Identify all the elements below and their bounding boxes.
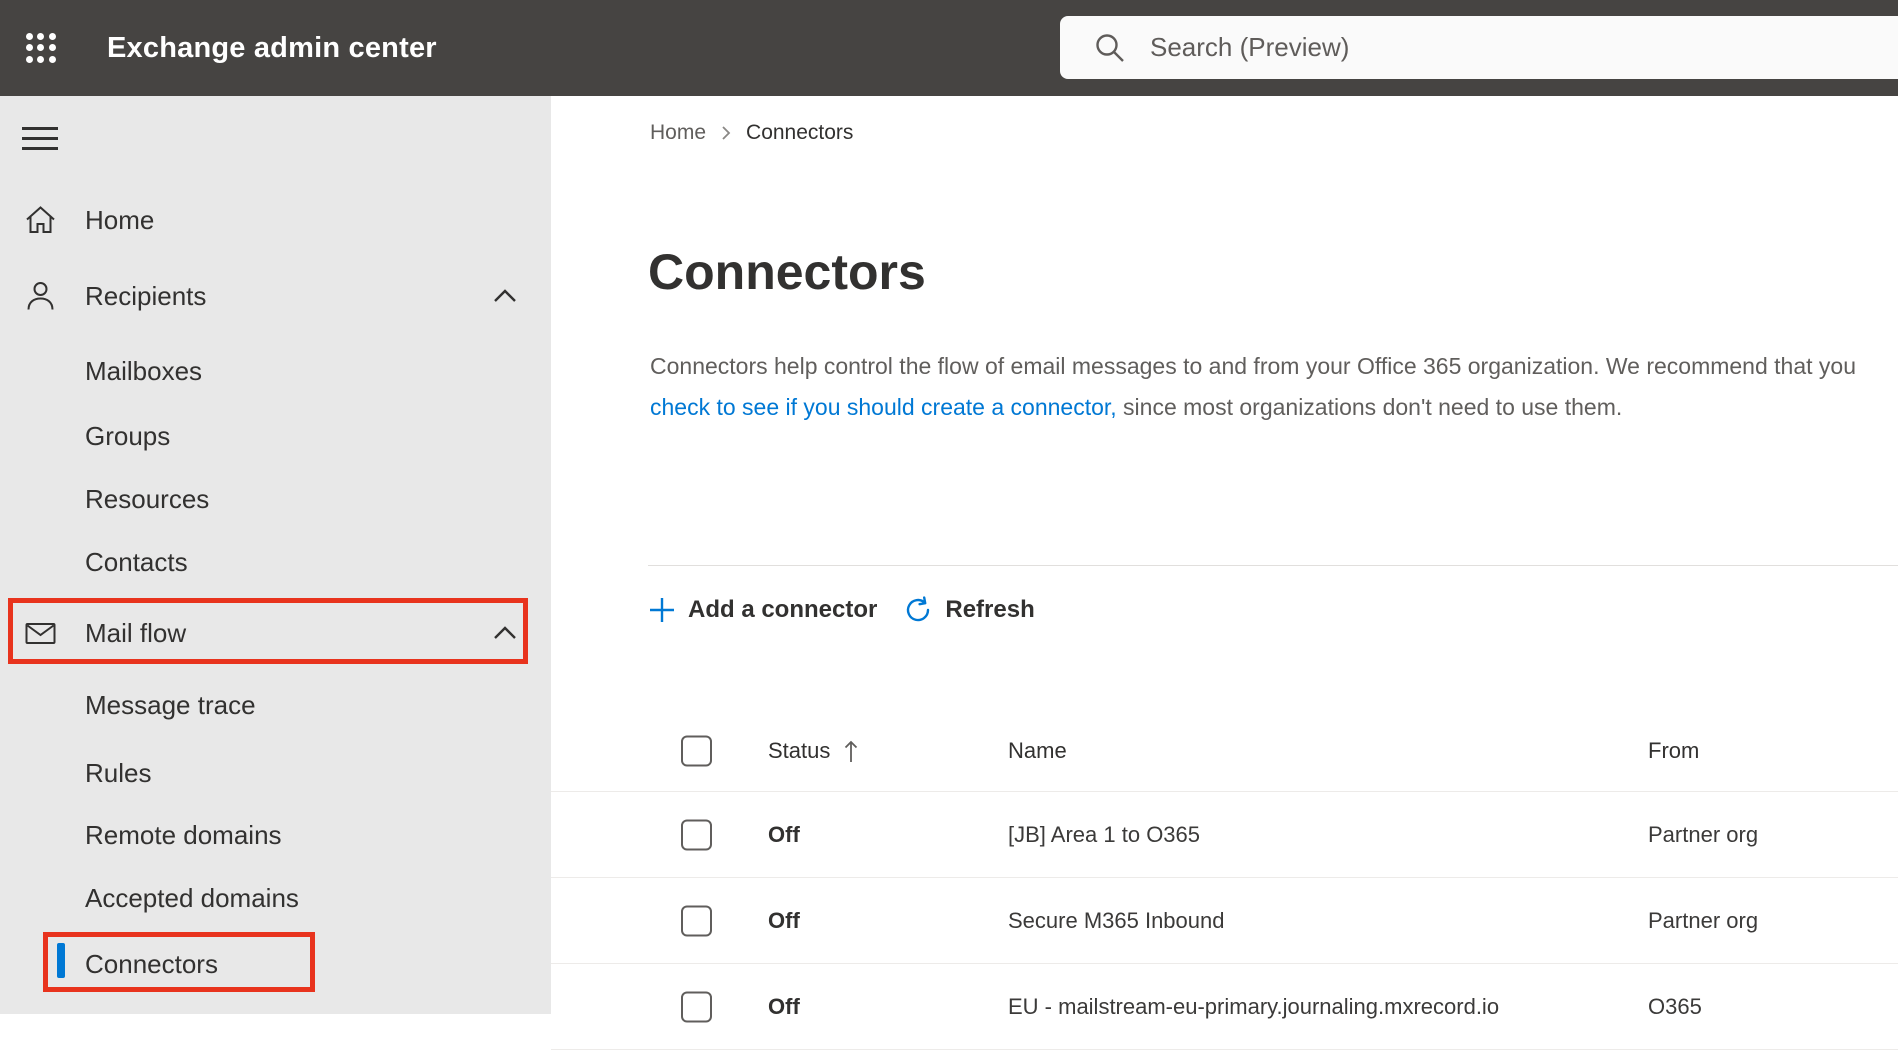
sidebar-item-label: Accepted domains: [85, 883, 299, 913]
sidebar-item-contacts[interactable]: Contacts: [0, 534, 551, 590]
sidebar-item-message-trace[interactable]: Message trace: [0, 677, 551, 733]
sidebar-item-label: Resources: [85, 484, 210, 514]
sidebar-item-label: Rules: [85, 758, 152, 788]
row-status: Off: [768, 821, 800, 847]
sidebar-item-label: Remote domains: [85, 820, 282, 850]
home-icon: [26, 206, 55, 233]
table-row[interactable]: Off Secure M365 Inbound Partner org: [551, 878, 1898, 964]
main-content: Home Connectors Connectors Connectors he…: [551, 96, 1898, 1050]
sidebar-item-label: Connectors: [85, 949, 218, 979]
sidebar-nav: Home Recipients Mailboxes Groups Resourc…: [0, 96, 551, 1014]
row-status: Off: [768, 993, 800, 1019]
sidebar-item-recipients[interactable]: Recipients: [0, 268, 551, 324]
search-box[interactable]: [1060, 16, 1898, 79]
sidebar-item-resources[interactable]: Resources: [0, 471, 551, 527]
column-header-status[interactable]: Status: [768, 738, 860, 764]
toolbar-divider: [648, 565, 1898, 566]
sidebar-item-label: Message trace: [85, 690, 256, 720]
sidebar-item-label: Mail flow: [85, 618, 187, 648]
select-row-checkbox[interactable]: [681, 991, 712, 1022]
plus-icon: [650, 598, 674, 622]
sidebar-item-remote-domains[interactable]: Remote domains: [0, 807, 551, 863]
refresh-button[interactable]: Refresh: [903, 595, 1035, 625]
refresh-label: Refresh: [945, 596, 1035, 623]
status-header-label: Status: [768, 737, 831, 763]
mail-icon: [25, 623, 56, 644]
sidebar-item-mail-flow[interactable]: Mail flow: [0, 605, 551, 661]
row-name: [JB] Area 1 to O365: [1008, 821, 1201, 847]
top-bar: Exchange admin center: [0, 0, 1898, 96]
page-description: Connectors help control the flow of emai…: [650, 346, 1898, 428]
chevron-up-icon[interactable]: [492, 624, 518, 642]
sidebar-item-label: Contacts: [85, 547, 188, 577]
search-icon: [1096, 33, 1124, 62]
sidebar-item-groups[interactable]: Groups: [0, 408, 551, 464]
row-from: Partner org: [1648, 821, 1759, 847]
sidebar-item-home[interactable]: Home: [0, 192, 551, 248]
sidebar-item-label: Mailboxes: [85, 356, 203, 386]
search-input[interactable]: [1150, 32, 1898, 63]
breadcrumb: Home Connectors: [650, 118, 853, 148]
row-name: Secure M365 Inbound: [1008, 907, 1225, 933]
row-from: Partner org: [1648, 907, 1759, 933]
select-row-checkbox[interactable]: [681, 819, 712, 850]
table-row[interactable]: Off [JB] Area 1 to O365 Partner org: [551, 792, 1898, 878]
select-row-checkbox[interactable]: [681, 905, 712, 936]
column-header-name[interactable]: Name: [1008, 738, 1067, 764]
app-launcher-icon[interactable]: [24, 31, 58, 65]
chevron-up-icon[interactable]: [492, 287, 518, 305]
app-title: Exchange admin center: [107, 32, 437, 64]
chevron-right-icon: [722, 126, 731, 140]
sidebar-item-accepted-domains[interactable]: Accepted domains: [0, 870, 551, 926]
sidebar-item-label: Recipients: [85, 281, 207, 311]
sidebar-item-label: Home: [85, 205, 155, 235]
table-row[interactable]: Off EU - mailstream-eu-primary.journalin…: [551, 964, 1898, 1050]
hamburger-menu-icon[interactable]: [22, 127, 58, 150]
sidebar-item-rules[interactable]: Rules: [0, 745, 551, 801]
select-all-checkbox[interactable]: [681, 735, 712, 766]
page-title: Connectors: [648, 244, 926, 300]
row-status: Off: [768, 907, 800, 933]
breadcrumb-current[interactable]: Connectors: [746, 121, 853, 145]
breadcrumb-home-link[interactable]: Home: [650, 121, 706, 145]
sidebar-item-label: Groups: [85, 421, 171, 451]
sidebar-item-mailboxes[interactable]: Mailboxes: [0, 343, 551, 399]
table-header-row: Status Name From: [551, 710, 1898, 792]
toolbar: Add a connector Refresh: [648, 588, 1035, 632]
connectors-table: Status Name From Off [JB] Area 1 to O365…: [551, 710, 1898, 1050]
description-text-before: Connectors help control the flow of emai…: [650, 353, 1856, 379]
description-text-after: since most organizations don't need to u…: [1116, 394, 1623, 420]
sort-ascending-icon: [845, 740, 858, 762]
sidebar-item-connectors[interactable]: Connectors: [0, 936, 551, 992]
add-connector-button[interactable]: Add a connector: [648, 596, 877, 624]
column-header-from[interactable]: From: [1648, 738, 1699, 764]
add-connector-label: Add a connector: [688, 596, 878, 623]
refresh-icon: [907, 596, 930, 622]
row-from: O365: [1648, 993, 1702, 1019]
person-icon: [27, 282, 54, 310]
create-connector-check-link[interactable]: check to see if you should create a conn…: [650, 394, 1117, 420]
row-name: EU - mailstream-eu-primary.journaling.mx…: [1008, 993, 1500, 1019]
